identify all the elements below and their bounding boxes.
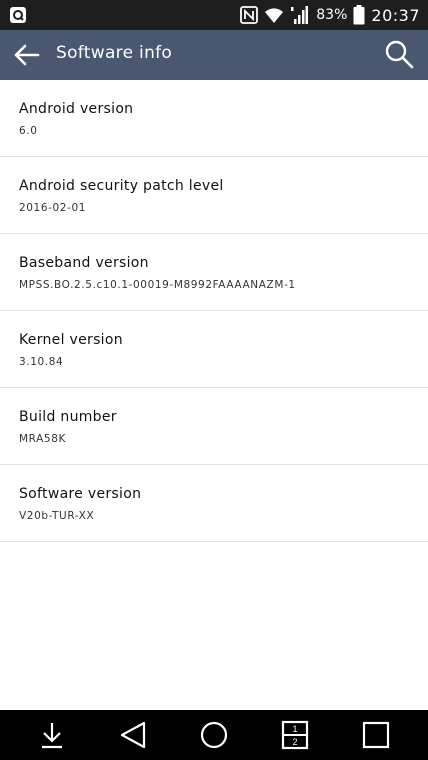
list-item-android-version: Android version 6.0 [0, 80, 428, 157]
item-value: MPSS.BO.2.5.c10.1-00019-M8992FAAAANAZM-1 [19, 279, 296, 291]
item-title: Baseband version [19, 255, 149, 271]
screenshot-notification-icon [10, 7, 26, 23]
item-value: 3.10.84 [19, 356, 64, 368]
wifi-icon [265, 8, 284, 23]
status-bar: 83% 20:37 [0, 0, 428, 30]
software-info-list: Android version 6.0 Android security pat… [0, 80, 428, 542]
nfc-icon [240, 6, 259, 24]
item-value: 2016-02-01 [19, 202, 87, 214]
item-title: Android security patch level [19, 178, 224, 194]
list-item-kernel-version: Kernel version 3.10.84 [0, 311, 428, 388]
list-item-software-version: Software version V20b-TUR-XX [0, 465, 428, 542]
item-title: Software version [19, 486, 142, 502]
item-value: V20b-TUR-XX [19, 510, 95, 522]
item-title: Kernel version [19, 332, 123, 348]
recents-square-icon[interactable] [361, 720, 391, 750]
item-title: Android version [19, 101, 134, 117]
back-triangle-icon[interactable] [118, 720, 148, 750]
app-bar: Software info [0, 30, 428, 80]
list-item-security-patch-level: Android security patch level 2016-02-01 [0, 157, 428, 234]
home-circle-icon[interactable] [199, 720, 229, 750]
notification-pull-icon[interactable] [37, 720, 67, 750]
cell-signal-icon [291, 6, 309, 24]
clock: 20:37 [371, 5, 420, 25]
status-icons: 83% 20:37 [240, 0, 420, 30]
search-icon[interactable] [382, 37, 416, 71]
item-title: Build number [19, 409, 117, 425]
item-value: 6.0 [19, 125, 38, 137]
dual-window-number-1: 1 [292, 724, 297, 734]
battery-percent: 83% [316, 7, 348, 23]
item-value: MRA58K [19, 433, 66, 445]
arrow-left-icon[interactable] [10, 38, 44, 72]
navigation-bar: 1 2 [0, 710, 428, 760]
battery-icon [353, 5, 365, 25]
list-item-baseband-version: Baseband version MPSS.BO.2.5.c10.1-00019… [0, 234, 428, 311]
list-item-build-number: Build number MRA58K [0, 388, 428, 465]
dual-window-icon[interactable]: 1 2 [280, 720, 310, 750]
dual-window-number-2: 2 [292, 737, 297, 747]
page-title: Software info [56, 43, 173, 63]
